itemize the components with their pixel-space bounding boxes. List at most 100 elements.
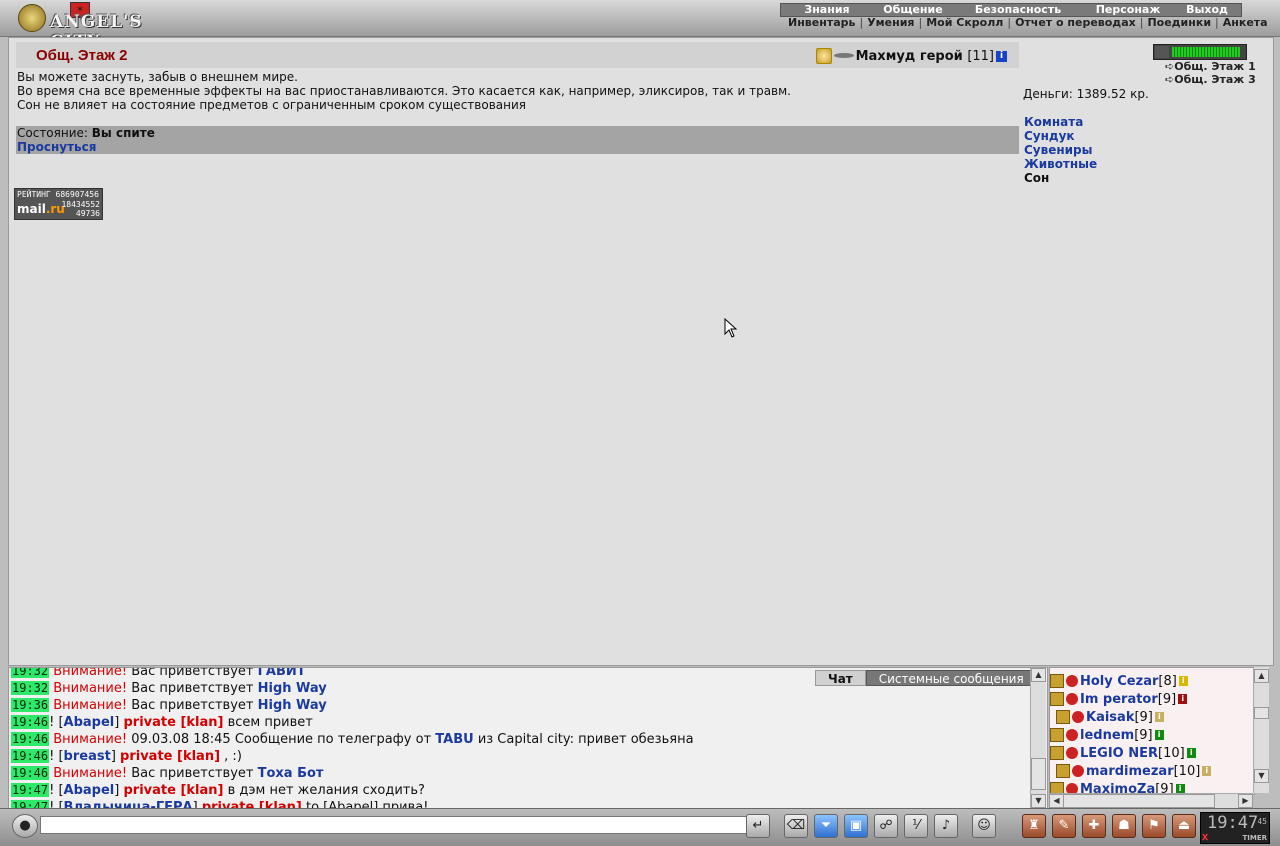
chat-nick[interactable]: ГАВИТ [258, 668, 306, 679]
online-user[interactable]: LEGIO NER [10] i [1050, 745, 1196, 761]
user-name[interactable]: mardimezar [1086, 764, 1174, 779]
attack-icon[interactable] [1056, 764, 1070, 778]
flag-icon[interactable]: ⚑ [1142, 814, 1166, 838]
send-icon[interactable]: ↵ [746, 814, 770, 838]
exit-floor-1[interactable]: ➪Общ. Этаж 1 [1165, 60, 1256, 73]
online-scrollbar-vertical[interactable]: ▲ ▼ [1253, 667, 1269, 793]
status-box: Состояние: Вы спите Проснуться [16, 126, 1019, 154]
exit-floor-3[interactable]: ➪Общ. Этаж 3 [1165, 73, 1256, 86]
attack-icon[interactable] [1050, 674, 1064, 688]
tab-system-messages[interactable]: Системные сообщения [865, 670, 1037, 686]
scroll-left-icon[interactable]: ◀ [1049, 794, 1064, 808]
chat-private[interactable]: private [klan] [123, 783, 223, 798]
submenu-inventory[interactable]: Инвентарь [788, 16, 855, 29]
pl-icon[interactable]: ⅟ [904, 814, 928, 838]
chat-text: 09.03.08 18:45 Сообщение по телеграфу от [131, 732, 432, 747]
nav-souvenirs[interactable]: Сувениры [1024, 143, 1097, 157]
submenu-profile[interactable]: Анкета [1223, 16, 1268, 29]
scroll-right-icon[interactable]: ▶ [1238, 794, 1253, 808]
chat-nick[interactable]: TABU [435, 732, 473, 747]
user-info-icon[interactable]: i [1154, 730, 1164, 740]
chat-nick[interactable]: High Way [258, 698, 327, 713]
player-name[interactable]: Махмуд герой [856, 49, 963, 64]
user-name[interactable]: Kaisak [1086, 710, 1134, 725]
attack-icon[interactable] [1050, 692, 1064, 706]
room-header: Общ. Этаж 2 Махмуд герой [11] i [16, 42, 1019, 68]
attack-icon[interactable] [1050, 728, 1064, 742]
menu-security[interactable]: Безопасность [953, 4, 1083, 16]
chat-line: 19:47! [Abapel] private [klan] в дэм нет… [11, 783, 425, 798]
online-user[interactable]: Kaisak [9] i [1056, 709, 1164, 725]
scroll-thumb[interactable] [1031, 758, 1046, 790]
nav-room[interactable]: Комната [1024, 115, 1097, 129]
submenu-transfer-report[interactable]: Отчет о переводах [1015, 16, 1136, 29]
top-bar: ✶ ANGEL'S CITY Знания Общение Безопаснос… [0, 0, 1280, 52]
clear-icon[interactable]: ⌫ [784, 814, 808, 838]
chat-text-tail: из Capital city: привет обезьяна [477, 732, 694, 747]
chat-private[interactable]: private [klan] [120, 749, 220, 764]
online-scrollbar-horizontal[interactable]: ◀ ▶ [1049, 793, 1253, 808]
bag-icon[interactable]: ♜ [1022, 814, 1046, 838]
rating-label: РЕЙТИНГ [17, 190, 51, 199]
rating-counter[interactable]: РЕЙТИНГ 686907456 mail.ru 18434552 49736 [14, 188, 103, 220]
user-info-icon[interactable]: i [1186, 748, 1196, 758]
run-icon[interactable]: ☍ [874, 814, 898, 838]
chat-text: Вас приветствует [131, 766, 254, 781]
chat-from[interactable]: Abapel [64, 715, 115, 730]
submenu-skills[interactable]: Умения [867, 16, 914, 29]
nav-animals[interactable]: Животные [1024, 157, 1097, 171]
online-user[interactable]: mardimezar [10] i [1056, 763, 1212, 779]
user-name[interactable]: Im perator [1080, 692, 1158, 707]
chat-from[interactable]: Abapel [64, 783, 115, 798]
save-icon[interactable]: ▣ [844, 814, 868, 838]
user-name[interactable]: LEGIO NER [1080, 746, 1158, 761]
attack-icon[interactable] [1050, 746, 1064, 760]
clan-icon [1072, 711, 1084, 723]
online-user[interactable]: Holy Cezar [8] i [1050, 673, 1188, 689]
user-info-icon[interactable]: i [1178, 694, 1188, 704]
chat-input[interactable] [40, 816, 748, 834]
player-info-icon[interactable]: i [996, 50, 1007, 62]
menu-knowledge[interactable]: Знания [781, 4, 873, 16]
smile-icon[interactable]: ☺ [972, 814, 996, 838]
scroll-down-icon[interactable]: ▼ [1031, 794, 1046, 808]
timer-clock[interactable]: 19:47 45 X TIMER [1200, 812, 1270, 844]
user-info-icon[interactable]: i [1178, 676, 1188, 686]
submenu-fights[interactable]: Поединки [1147, 16, 1211, 29]
chat-text: всем привет [227, 715, 313, 730]
head-icon[interactable]: ● [12, 814, 38, 838]
submenu-my-scroll[interactable]: Мой Скролл [926, 16, 1003, 29]
nav-chest[interactable]: Сундук [1024, 129, 1097, 143]
clock-close-icon[interactable]: X [1202, 833, 1208, 842]
tab-chat[interactable]: Чат [815, 670, 866, 686]
chat-private[interactable]: private [klan] [123, 715, 223, 730]
cross-icon[interactable]: ✚ [1082, 814, 1106, 838]
scroll-up-icon[interactable]: ▲ [1254, 669, 1269, 683]
user-info-icon[interactable]: i [1202, 766, 1212, 776]
filter-icon[interactable]: ⏷ [814, 814, 838, 838]
scroll-up-icon[interactable]: ▲ [1031, 668, 1046, 682]
scroll-thumb[interactable] [1254, 707, 1269, 719]
scroll-icon[interactable]: ✎ [1052, 814, 1076, 838]
attack-icon[interactable] [1056, 710, 1070, 724]
sound-icon[interactable]: ♪ [934, 814, 958, 838]
chat-scrollbar[interactable]: ▲ ▼ [1030, 668, 1046, 808]
menu-character[interactable]: Персонаж [1083, 4, 1173, 16]
scroll-thumb[interactable] [1063, 794, 1215, 808]
user-info-icon[interactable]: i [1154, 712, 1164, 722]
chat-from[interactable]: breast [64, 749, 111, 764]
bottom-toolbar: ● ↵ ⌫ ⏷ ▣ ☍ ⅟ ♪ ☺ ♜ ✎ ✚ ☗ ⚑ ⏏ 19:47 45 X… [0, 808, 1280, 846]
chat-nick[interactable]: High Way [258, 681, 327, 696]
online-user[interactable]: lednem [9] i [1050, 727, 1164, 743]
menu-exit[interactable]: Выход [1173, 4, 1241, 16]
online-user[interactable]: Im perator [9] i [1050, 691, 1188, 707]
scroll-down-icon[interactable]: ▼ [1254, 769, 1269, 783]
wake-up-link[interactable]: Проснуться [17, 140, 96, 154]
menu-communication[interactable]: Общение [873, 4, 953, 16]
chat-log[interactable]: 19:32 Внимание! Вас приветствует ГАВИТ 19… [8, 667, 1048, 810]
group-icon[interactable]: ☗ [1112, 814, 1136, 838]
user-name[interactable]: lednem [1080, 728, 1134, 743]
chat-nick[interactable]: Тоха Бот [258, 766, 324, 781]
exit-icon[interactable]: ⏏ [1172, 814, 1196, 838]
user-name[interactable]: Holy Cezar [1080, 674, 1158, 689]
